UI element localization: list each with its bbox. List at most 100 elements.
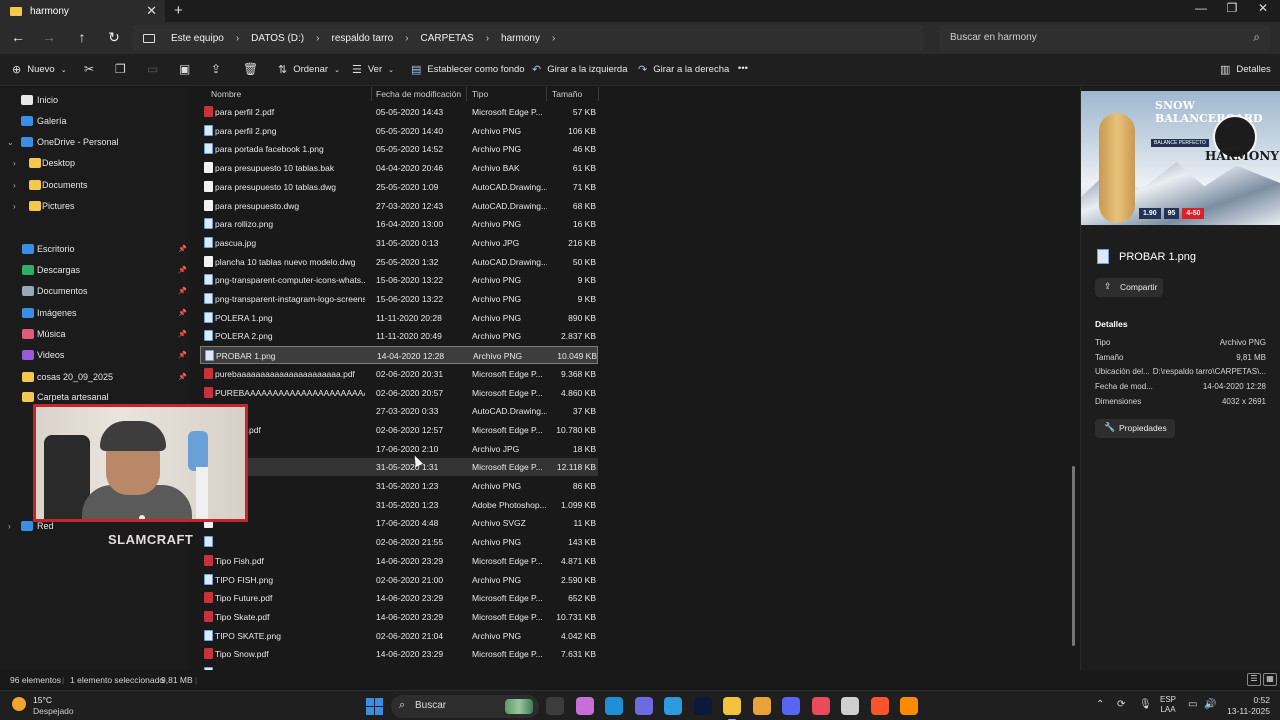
- sidebar-item[interactable]: › Documents: [0, 175, 190, 195]
- file-row[interactable]: pascua.jpg 31-05-2020 0:13 Archivo JPG 216 …: [200, 234, 598, 252]
- new-button[interactable]: ⊕ Nuevo ⌄: [12, 63, 67, 76]
- file-row[interactable]: png-transparent-instagram-logo-screens..…: [200, 290, 598, 308]
- teams-icon[interactable]: [634, 697, 653, 715]
- rotate-right-button[interactable]: ↷ Girar a la derecha: [638, 63, 729, 76]
- file-row[interactable]: 17-06-2020 2:10 Archivo JPG 18 KB: [200, 440, 598, 458]
- chrome-icon[interactable]: [752, 697, 771, 715]
- chevron-down-icon[interactable]: ⌄: [7, 138, 14, 147]
- cut-icon[interactable]: ✂: [84, 62, 94, 76]
- file-row[interactable]: para presupuesto 10 tablas.bak 04-04-2020…: [200, 159, 598, 177]
- file-row[interactable]: 31-05-2020 1:31 Microsoft Edge P... 12.118…: [200, 458, 598, 477]
- copilot-icon[interactable]: [575, 697, 594, 715]
- windows-start-icon[interactable]: [366, 698, 383, 715]
- file-row[interactable]: POLERA 2.png 11-11-2020 20:49 Archivo PNG 2…: [200, 327, 598, 345]
- file-row[interactable]: POLERA 1.png 11-11-2020 20:28 Archivo PNG 8…: [200, 309, 598, 327]
- file-row[interactable]: para perfil 2.png 05-05-2020 14:40 Archivo…: [200, 122, 598, 140]
- details-view-icon[interactable]: ☰: [1247, 673, 1261, 686]
- edge-icon[interactable]: [605, 697, 623, 715]
- chevron-right-icon[interactable]: ›: [13, 159, 16, 168]
- back-button[interactable]: ←: [8, 29, 28, 47]
- file-row[interactable]: para presupuesto.dwg 27-03-2020 12:43 Auto…: [200, 197, 598, 215]
- file-row[interactable]: Tipo Fish.pdf 14-06-2020 23:29 Microsoft E…: [200, 552, 598, 570]
- breadcrumb-item[interactable]: CARPETAS: [421, 33, 474, 44]
- rotate-left-button[interactable]: ↶ Girar a la izquierda: [532, 63, 627, 76]
- breadcrumb[interactable]: Este equipo › DATOS (D:) › respaldo tarr…: [133, 25, 923, 51]
- share-icon[interactable]: ⇪: [211, 62, 221, 76]
- pin-icon[interactable]: 📌: [178, 309, 187, 317]
- file-row[interactable]: para perfil 2.pdf 05-05-2020 14:43 Microso…: [200, 103, 598, 121]
- task-view-icon[interactable]: [546, 697, 564, 715]
- pin-icon[interactable]: 📌: [178, 287, 187, 295]
- paste-icon[interactable]: ▭: [147, 62, 158, 76]
- scrollbar[interactable]: [1072, 466, 1075, 646]
- sidebar-item[interactable]: › Desktop: [0, 153, 190, 173]
- close-tab-icon[interactable]: ✕: [146, 3, 157, 19]
- file-row[interactable]: 31-05-2020 1:23 Adobe Photoshop... 1.099 K…: [200, 496, 598, 514]
- file-row[interactable]: purebaaaaaaaaaaaaaaaaaaaaaa.pdf 02-06-202…: [200, 365, 598, 383]
- column-type[interactable]: Tipo: [472, 89, 488, 99]
- microphone-icon[interactable]: 🎙: [1139, 699, 1152, 710]
- chevron-right-icon[interactable]: ›: [13, 202, 16, 211]
- app-icon[interactable]: [841, 697, 859, 715]
- details-pane-button[interactable]: ▥ Detalles: [1220, 63, 1271, 76]
- maximize-button[interactable]: ❐: [1217, 1, 1247, 15]
- sidebar-item[interactable]: Imágenes 📌: [0, 303, 190, 323]
- view-button[interactable]: ☰ Ver ⌄: [352, 63, 394, 76]
- properties-button[interactable]: 🔧 Propiedades: [1095, 419, 1175, 438]
- file-row[interactable]: una.dwg27-03-2020 0:33AutoCAD.Drawing...…: [200, 402, 598, 420]
- file-row[interactable]: 17-06-2020 4:48 Archivo SVGZ 11 KB: [200, 514, 598, 532]
- sidebar-item[interactable]: › Pictures: [0, 196, 190, 216]
- file-row[interactable]: Tipo Snow.pdf 14-06-2020 23:29 Microsoft E…: [200, 645, 598, 663]
- sidebar-item[interactable]: cosas 20_09_2025 📌: [0, 367, 190, 387]
- minimize-button[interactable]: —: [1186, 1, 1216, 15]
- tab-harmony[interactable]: harmony ✕: [0, 0, 165, 22]
- sidebar-item[interactable]: Videos 📌: [0, 345, 190, 365]
- file-row[interactable]: Tipo Skate.pdf 14-06-2020 23:29 Microsoft …: [200, 608, 598, 626]
- photoshop-icon[interactable]: [693, 697, 712, 715]
- sidebar-item[interactable]: Documentos 📌: [0, 281, 190, 301]
- sidebar-item[interactable]: Música 📌: [0, 324, 190, 344]
- clock[interactable]: 0:52 13-11-2025: [1226, 695, 1270, 717]
- app-icon[interactable]: [900, 697, 918, 715]
- search-input[interactable]: Buscar en harmony ⌕: [939, 25, 1270, 51]
- steam-icon[interactable]: [664, 697, 682, 715]
- sidebar-item[interactable]: Galería: [0, 111, 190, 131]
- file-row[interactable]: plancha 10 tablas nuevo modelo.dwg 25-05-…: [200, 253, 598, 271]
- discord-icon[interactable]: [782, 697, 800, 715]
- pin-icon[interactable]: 📌: [178, 245, 187, 253]
- chevron-right-icon[interactable]: ›: [13, 181, 16, 190]
- file-row[interactable]: para portada facebook 1.png 05-05-2020 14…: [200, 140, 598, 158]
- sync-icon[interactable]: ⟳: [1117, 699, 1125, 710]
- file-row[interactable]: 31-05-2020 1:23 Archivo PNG 86 KB: [200, 477, 598, 495]
- file-row[interactable]: TIPO FISH.png 02-06-2020 21:00 Archivo PNG…: [200, 571, 598, 589]
- breadcrumb-item[interactable]: Este equipo: [171, 33, 224, 44]
- opera-gx-icon[interactable]: [811, 697, 830, 715]
- more-options-button[interactable]: •••: [738, 63, 748, 74]
- brave-icon[interactable]: [870, 697, 889, 715]
- taskbar-search[interactable]: ⌕ Buscar: [391, 695, 539, 718]
- file-explorer-icon[interactable]: [723, 697, 741, 720]
- close-window-button[interactable]: ✕: [1248, 1, 1278, 15]
- column-size[interactable]: Tamaño: [552, 89, 582, 99]
- sort-button[interactable]: ⇅ Ordenar ⌄: [278, 63, 340, 76]
- share-button[interactable]: ⇪ Compartir: [1095, 278, 1163, 297]
- file-row[interactable]: TIPO SKATE.png 02-06-2020 21:04 Archivo PN…: [200, 627, 598, 645]
- sidebar-item[interactable]: Descargas 📌: [0, 260, 190, 280]
- set-background-button[interactable]: ▤ Establecer como fondo: [411, 63, 525, 76]
- up-button[interactable]: ↑: [72, 29, 92, 47]
- breadcrumb-item[interactable]: DATOS (D:): [251, 33, 304, 44]
- file-row[interactable]: png-transparent-computer-icons-whats... 1…: [200, 271, 598, 289]
- file-row[interactable]: PROBAR 1.png 14-04-2020 12:28 Archivo PNG 1…: [200, 346, 598, 365]
- chevron-up-icon[interactable]: ⌃: [1096, 699, 1104, 710]
- volume-icon[interactable]: 🔊: [1204, 699, 1216, 710]
- file-row[interactable]: Tipo Future.pdf 14-06-2020 23:29 Microsoft…: [200, 589, 598, 607]
- column-date[interactable]: Fecha de modificación: [376, 89, 461, 99]
- file-row[interactable]: para rollizo.png 16-04-2020 13:00 Archivo …: [200, 215, 598, 233]
- new-tab-button[interactable]: +: [174, 2, 183, 19]
- column-name[interactable]: Nombre: [211, 89, 241, 99]
- rename-icon[interactable]: ▣: [179, 62, 190, 76]
- delete-icon[interactable]: 🗑: [243, 62, 258, 76]
- pin-icon[interactable]: 📌: [178, 351, 187, 359]
- sidebar-item[interactable]: Escritorio 📌: [0, 239, 190, 259]
- tiles-view-icon[interactable]: ▦: [1263, 673, 1277, 686]
